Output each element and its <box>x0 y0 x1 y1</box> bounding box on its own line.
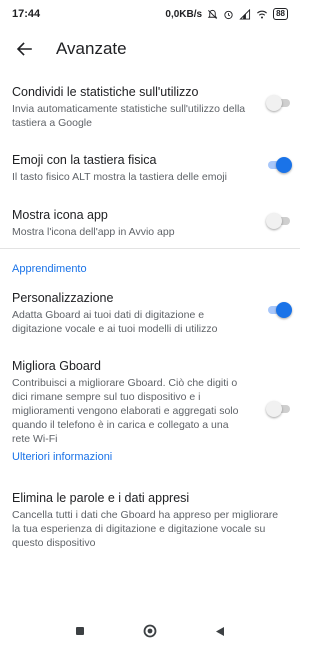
divider <box>0 248 300 249</box>
wifi-icon <box>257 10 268 19</box>
square-icon <box>76 627 84 635</box>
page-title: Avanzate <box>56 39 127 58</box>
setting-share-usage-stats[interactable]: Condividi le statistiche sull'utilizzo I… <box>12 84 288 130</box>
setting-description: Il tasto fisico ALT mostra la tastiera d… <box>12 171 227 183</box>
toggle-thumb <box>266 401 282 417</box>
back-button[interactable] <box>4 29 44 69</box>
emoji-physical-keyboard-toggle[interactable] <box>266 157 292 173</box>
setting-title: Migliora Gboard <box>12 359 101 373</box>
toggle-thumb <box>276 302 292 318</box>
arrow-back-icon <box>16 42 32 56</box>
status-icons: 0,0KB/s 88 <box>165 8 288 20</box>
recents-button[interactable] <box>68 619 92 643</box>
setting-show-app-icon[interactable]: Mostra icona app Mostra l'icona dell'app… <box>12 207 288 239</box>
system-back-button[interactable] <box>208 619 232 643</box>
setting-description: Cancella tutti i dati che Gboard ha appr… <box>12 509 279 549</box>
setting-title: Personalizzazione <box>12 291 114 305</box>
app-bar: Avanzate <box>0 28 300 70</box>
setting-description: Mostra l'icona dell'app in Avvio app <box>12 226 175 238</box>
personalization-toggle[interactable] <box>266 302 292 318</box>
toggle-thumb <box>266 213 282 229</box>
status-bar: 17:44 0,0KB/s 88 <box>0 0 300 28</box>
navigation-bar <box>0 612 300 650</box>
show-app-icon-toggle[interactable] <box>266 213 292 229</box>
setting-title: Elimina le parole e i dati appresi <box>12 491 190 505</box>
alarm-icon <box>224 10 233 19</box>
section-header-learning: Apprendimento <box>12 263 87 275</box>
triangle-back-icon <box>216 626 224 636</box>
network-speed: 0,0KB/s <box>165 8 203 20</box>
setting-title: Mostra icona app <box>12 208 108 222</box>
toggle-thumb <box>276 157 292 173</box>
share-usage-stats-toggle[interactable] <box>266 95 292 111</box>
setting-description: Contribuisci a migliorare Gboard. Ciò ch… <box>12 377 239 445</box>
setting-title: Emoji con la tastiera fisica <box>12 153 157 167</box>
setting-delete-learned-data[interactable]: Elimina le parole e i dati appresi Cance… <box>12 490 288 550</box>
setting-description: Invia automaticamente statistiche sull'u… <box>12 103 246 129</box>
setting-personalization[interactable]: Personalizzazione Adatta Gboard ai tuoi … <box>12 290 288 336</box>
improve-gboard-toggle[interactable] <box>266 401 292 417</box>
more-info-link[interactable]: Ulteriori informazioni <box>12 451 112 463</box>
status-time: 17:44 <box>12 8 41 20</box>
setting-emoji-physical-keyboard[interactable]: Emoji con la tastiera fisica Il tasto fi… <box>12 152 288 184</box>
signal-icon <box>239 8 251 20</box>
toggle-thumb <box>266 95 282 111</box>
setting-description: Adatta Gboard ai tuoi dati di digitazion… <box>12 309 218 335</box>
circle-icon <box>143 624 157 638</box>
notifications-off-icon <box>207 9 218 19</box>
setting-title: Condividi le statistiche sull'utilizzo <box>12 85 199 99</box>
battery-icon: 88 <box>273 8 288 20</box>
setting-improve-gboard[interactable]: Migliora Gboard Contribuisci a migliorar… <box>12 358 288 446</box>
home-button[interactable] <box>138 619 162 643</box>
